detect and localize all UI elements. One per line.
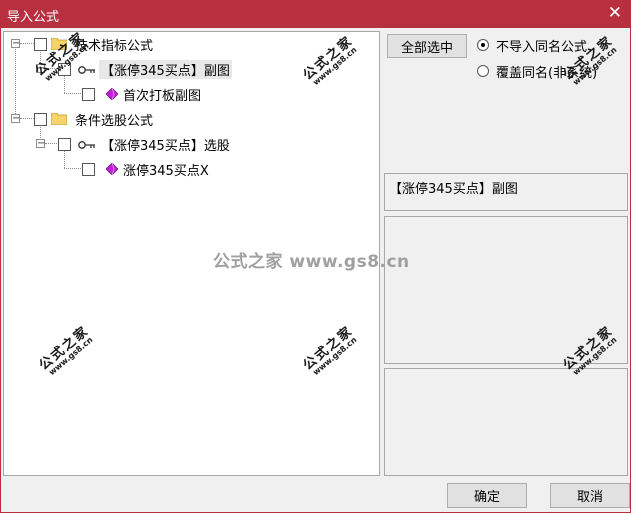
window-title: 导入公式	[7, 10, 60, 25]
tree-item-label[interactable]: 条件选股公式	[75, 110, 153, 129]
import-formula-dialog: 导入公式 ✕ − 技术指标公式 − 【涨停345买点】副图 首次打板副图 − 条…	[0, 0, 631, 513]
tree-item-label[interactable]: 【涨停345买点】副图	[99, 60, 232, 79]
center-watermark: 公式之家 www.gs8.cn	[213, 252, 410, 272]
tree-line	[64, 76, 65, 93]
formula-name: 【涨停345买点】副图	[389, 182, 518, 197]
tree-line	[20, 43, 34, 44]
no-import-same-name-label[interactable]: 不导入同名公式	[496, 36, 587, 55]
overwrite-same-name-radio[interactable]	[477, 65, 489, 77]
formula-params-box	[384, 368, 628, 476]
collapse-icon[interactable]: −	[36, 139, 45, 149]
folder-icon	[51, 113, 67, 125]
formula-name-box: 【涨停345买点】副图	[384, 173, 628, 211]
tree-item-label[interactable]: 涨停345买点X	[123, 160, 209, 179]
close-icon[interactable]: ✕	[608, 3, 622, 23]
tree-checkbox[interactable]	[82, 88, 95, 101]
tree-line	[20, 118, 34, 119]
collapse-icon[interactable]: −	[11, 39, 20, 49]
no-import-same-name-radio[interactable]	[477, 39, 489, 51]
key-icon	[78, 141, 95, 149]
cancel-button[interactable]: 取消	[550, 483, 630, 508]
tree-item-label[interactable]: 【涨停345买点】选股	[101, 135, 230, 154]
collapse-icon[interactable]: −	[11, 114, 20, 124]
gem-icon	[106, 163, 118, 175]
tree-line	[45, 143, 57, 144]
tree-line	[15, 44, 16, 120]
tree-checkbox[interactable]	[34, 113, 47, 126]
tree-line	[64, 93, 81, 94]
title-bar: 导入公式 ✕	[1, 1, 630, 28]
tree-item-label[interactable]: 首次打板副图	[123, 85, 201, 104]
key-icon	[78, 66, 95, 74]
tree-line	[64, 151, 65, 168]
tree-line	[64, 168, 81, 169]
tree-checkbox[interactable]	[58, 138, 71, 151]
tree-checkbox[interactable]	[82, 163, 95, 176]
gem-icon	[106, 88, 118, 100]
tree-checkbox[interactable]	[34, 38, 47, 51]
select-all-button[interactable]: 全部选中	[387, 34, 467, 58]
ok-button[interactable]: 确定	[447, 483, 527, 508]
